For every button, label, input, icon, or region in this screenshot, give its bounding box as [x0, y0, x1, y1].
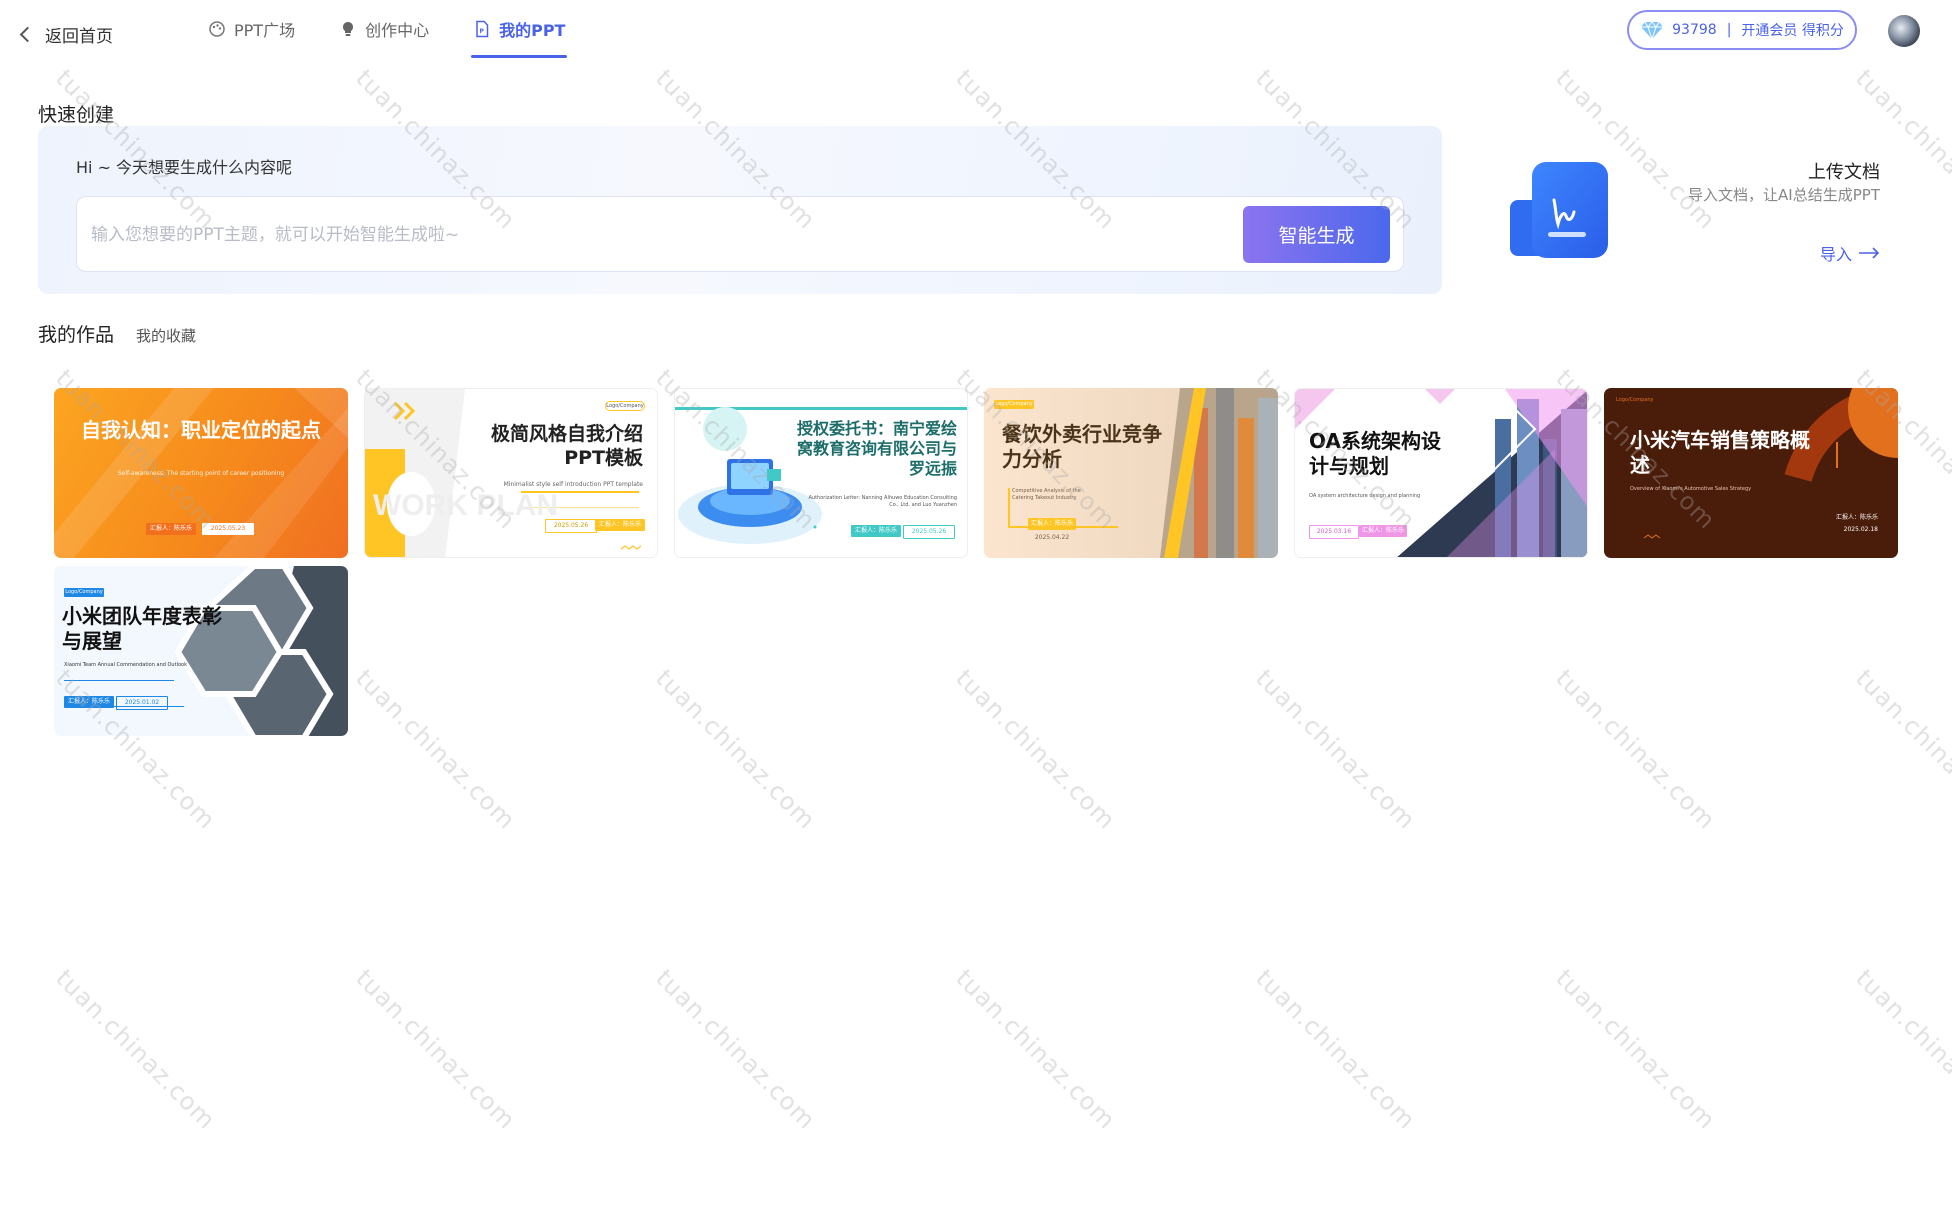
palette-icon — [209, 21, 225, 37]
card-presenter: 汇报人：陈乐乐 — [146, 523, 196, 535]
import-link[interactable]: 导入 — [1820, 241, 1880, 265]
topic-input[interactable] — [89, 211, 1093, 259]
watermark-text: tuan.chinaz.com — [1250, 964, 1422, 1135]
watermark-text: tuan.chinaz.com — [1550, 664, 1722, 835]
smart-generate-button[interactable]: 智能生成 — [1243, 206, 1390, 263]
watermark-text: tuan.chinaz.com — [950, 964, 1122, 1135]
works-tabs: 我的作品 我的收藏 — [38, 320, 196, 347]
card-date: 2025.05.23 — [202, 523, 254, 535]
card-title: 小米汽车销售策略概述 — [1630, 428, 1810, 477]
watermark-text: tuan.chinaz.com — [650, 964, 822, 1135]
card-title: 小米团队年度表彰与展望 — [62, 604, 222, 653]
topic-input-box: 智能生成 — [76, 196, 1404, 272]
tab-creation-center-label: 创作中心 — [365, 21, 430, 40]
lightbulb-icon — [343, 22, 354, 36]
ppt-card[interactable]: WORK PLAN Logo/Company 极简风格自我介绍PPT模板 Min… — [364, 388, 658, 558]
watermark-text: tuan.chinaz.com — [50, 964, 222, 1135]
upload-document-icon[interactable] — [1510, 162, 1610, 260]
card-title: 授权委托书：南宁爱绘窝教育咨询有限公司与罗远振 — [796, 419, 957, 478]
arrow-right-icon — [1859, 247, 1880, 259]
card-decoration — [365, 389, 642, 557]
card-title: 极简风格自我介绍PPT模板 — [490, 423, 643, 469]
ppt-card[interactable]: 自我认知：职业定位的起点 Self-awareness: The startin… — [54, 388, 348, 558]
card-presenter: 汇报人：陈乐乐 — [1835, 514, 1878, 521]
watermark-text: tuan.chinaz.com — [1850, 664, 1952, 835]
watermark-text: tuan.chinaz.com — [650, 664, 822, 835]
watermark-text: tuan.chinaz.com — [1550, 964, 1722, 1135]
vip-points-button[interactable]: 93798 | 开通会员 得积分 — [1627, 10, 1857, 50]
card-bg-text: WORK PLAN — [373, 489, 558, 522]
tab-my-favorites[interactable]: 我的收藏 — [136, 325, 196, 346]
card-date: 2025.04.22 — [1034, 534, 1070, 541]
card-subtitle: Overview of Xiaomi's Automotive Sales St… — [1630, 486, 1752, 492]
card-title: OA系统架构设计与规划 — [1309, 429, 1441, 478]
svg-text:P: P — [480, 28, 485, 35]
points-separator: | — [1726, 22, 1732, 38]
card-presenter: 汇报人：陈乐乐 — [595, 519, 645, 531]
watermark-text: tuan.chinaz.com — [1250, 664, 1422, 835]
back-home-label: 返回首页 — [45, 27, 113, 47]
card-subtitle: Xiaomi Team Annual Commendation and Outl… — [64, 662, 187, 668]
watermark-text: tuan.chinaz.com — [950, 664, 1122, 835]
card-presenter: 汇报人：陈乐乐 — [851, 525, 901, 537]
document-icon: P — [476, 20, 489, 38]
card-title: 自我认知：职业定位的起点 — [81, 418, 321, 442]
card-logo: Logo/Company — [994, 400, 1034, 409]
ppt-card[interactable]: Logo/Company 餐饮外卖行业竞争力分析 Competitive Ana… — [984, 388, 1278, 558]
tab-creation-center[interactable]: 创作中心 — [337, 0, 431, 58]
watermark-text: tuan.chinaz.com — [350, 964, 522, 1135]
card-subtitle: Competitive Analysis of the Catering Tak… — [1012, 488, 1081, 501]
points-value: 93798 — [1672, 22, 1717, 38]
quick-create-title: 快速创建 — [38, 104, 115, 126]
import-link-label: 导入 — [1819, 245, 1852, 264]
card-presenter: 汇报人：陈乐乐 — [1359, 525, 1407, 537]
upload-title: 上传文档 — [1808, 162, 1880, 183]
diamond-icon — [1641, 21, 1664, 40]
card-title: 餐饮外卖行业竞争力分析 — [1002, 422, 1162, 471]
tab-ppt-square[interactable]: PPT广场 — [206, 0, 297, 58]
card-date: 2025.05.26 — [545, 519, 597, 533]
card-date: 2025.05.26 — [903, 525, 955, 539]
upload-subtitle: 导入文档，让AI总结生成PPT — [1688, 186, 1880, 204]
back-home-link[interactable]: 返回首页 — [19, 22, 113, 47]
card-date: 2025.02.18 — [1843, 526, 1878, 533]
card-date: 2025.03.16 — [1309, 525, 1359, 539]
chevron-left-icon — [19, 26, 36, 43]
tab-my-works[interactable]: 我的作品 — [38, 320, 114, 347]
watermark-text: tuan.chinaz.com — [1850, 64, 1952, 235]
top-bar: 返回首页 PPT广场 创作中心 P 我的PPT 93798 | 开通会员 得积分 — [0, 0, 1952, 64]
card-subtitle: Authorization Letter: Nanning Aihuwo Edu… — [808, 495, 958, 508]
card-presenter: 汇报人：陈乐乐 — [64, 696, 114, 708]
card-logo: Logo/Company — [64, 588, 104, 597]
tab-my-ppt[interactable]: P 我的PPT — [471, 0, 568, 58]
tab-ppt-square-label: PPT广场 — [234, 21, 296, 40]
quick-create-greeting: Hi ~ 今天想要生成什么内容呢 — [76, 158, 293, 177]
watermark-text: tuan.chinaz.com — [350, 664, 522, 835]
avatar[interactable] — [1888, 15, 1920, 47]
card-presenter: 汇报人：陈乐乐 — [1028, 518, 1076, 530]
card-subtitle: Minimalist style self introduction PPT t… — [503, 481, 643, 488]
card-logo: Logo/Company — [1616, 397, 1654, 403]
card-subtitle: Self-awareness: The starting point of ca… — [117, 470, 285, 477]
main-tabs: PPT广场 创作中心 P 我的PPT — [206, 0, 568, 64]
ppt-card[interactable]: 授权委托书：南宁爱绘窝教育咨询有限公司与罗远振 Authorization Le… — [674, 388, 968, 558]
card-logo: Logo/Company — [605, 401, 645, 411]
watermark-text: tuan.chinaz.com — [1850, 964, 1952, 1135]
tab-my-ppt-label: 我的PPT — [499, 21, 566, 40]
vip-cta-label: 开通会员 得积分 — [1741, 23, 1844, 39]
card-subtitle: OA system architecture design and planni… — [1309, 493, 1421, 499]
card-date: 2025.01.02 — [116, 696, 168, 710]
ppt-card[interactable]: Logo/Company 小米汽车销售策略概述 Overview of Xiao… — [1604, 388, 1898, 558]
ppt-card[interactable]: OA系统架构设计与规划 OA system architecture desig… — [1294, 388, 1588, 558]
ppt-card[interactable]: Logo/Company 小米团队年度表彰与展望 Xiaomi Team Ann… — [54, 566, 348, 736]
